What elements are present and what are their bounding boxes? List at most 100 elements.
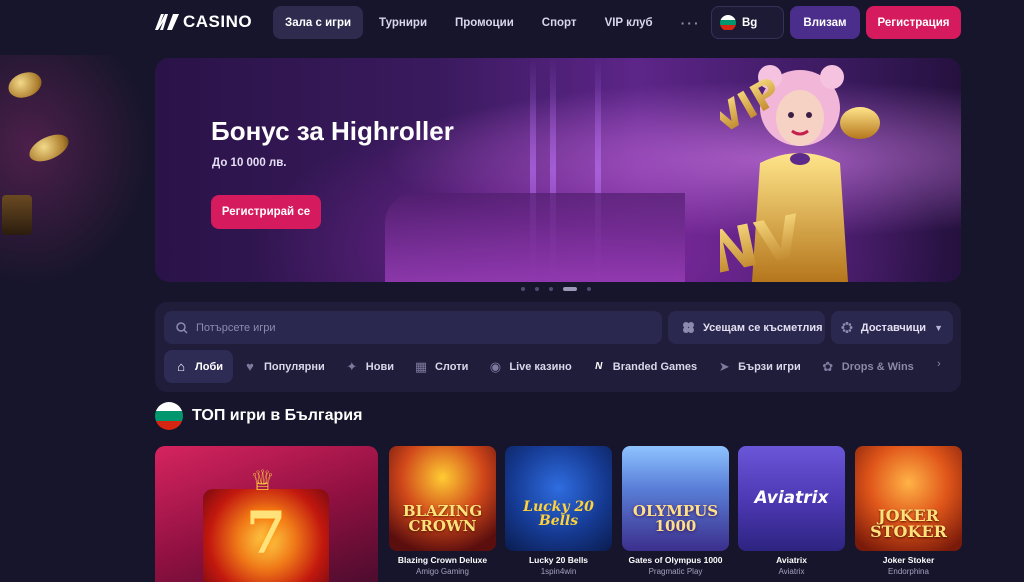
carousel-dot[interactable] [521, 287, 525, 291]
search-icon [176, 321, 188, 334]
game-name: Lucky 20 Bells [528, 555, 589, 565]
vip-character-illustration: VIP NV [720, 65, 880, 282]
games-filter-panel: Усещам се късметлия Доставчици ▼ ⌂ Лоби … [155, 302, 961, 392]
nav-item-tournaments[interactable]: Турнири [367, 6, 439, 39]
tab-label: Слоти [434, 360, 469, 373]
rocket-icon: ➤ [718, 358, 730, 374]
login-button[interactable]: Влизам [790, 6, 860, 39]
tab-new[interactable]: ✦ Нови [335, 350, 404, 383]
coin-decoration [25, 129, 73, 167]
game-thumbnail[interactable]: OLYMPUS 1000 [622, 446, 729, 551]
game-thumbnail[interactable]: Aviatrix [738, 446, 845, 551]
game-name: Aviatrix [776, 555, 807, 565]
logo-text: CASINO [183, 12, 253, 31]
nav-item-sport[interactable]: Спорт [530, 6, 589, 39]
heart-icon: ♥ [246, 359, 254, 374]
lounge-sofa [385, 193, 685, 282]
site-logo[interactable]: CASINO [155, 11, 252, 33]
search-input[interactable] [196, 321, 636, 334]
game-card[interactable]: Aviatrix Aviatrix Aviatrix [738, 446, 845, 582]
nav-item-promotions[interactable]: Промоции [443, 6, 526, 39]
tab-live-casino[interactable]: ◉ Live казино [478, 350, 581, 383]
lucky-seven-icon: 7 [245, 499, 287, 567]
tab-label: Популярни [264, 360, 325, 373]
tab-popular[interactable]: ♥ Популярни [233, 350, 335, 383]
language-label: Bg [742, 16, 758, 29]
game-provider: Amigo Gaming [416, 567, 469, 576]
feeling-lucky-label: Усещам се късметлия [703, 321, 823, 334]
language-selector[interactable]: Bg [711, 6, 784, 39]
hero-register-button[interactable]: Регистрирай се [211, 195, 321, 229]
tab-label: Бързи игри [738, 360, 801, 373]
tab-branded-games[interactable]: N Branded Games [582, 350, 707, 383]
game-thumbnail[interactable]: Lucky 20 Bells [505, 446, 612, 551]
featured-game-card[interactable]: 7 ♕ [155, 446, 378, 582]
bulgaria-flag-icon [155, 402, 183, 430]
brand-logo-icon [155, 14, 179, 30]
game-card[interactable]: OLYMPUS 1000 Gates of Olympus 1000 Pragm… [622, 446, 729, 582]
crown-icon: ♕ [250, 465, 276, 496]
tab-lobby[interactable]: ⌂ Лоби [164, 350, 233, 383]
game-name: Gates of Olympus 1000 [628, 555, 723, 565]
register-button[interactable]: Регистрация [866, 6, 961, 39]
tab-label: Нови [365, 360, 394, 373]
tab-slots[interactable]: ▦ Слоти [404, 350, 478, 383]
tab-drops-wins[interactable]: ✿ Drops & Wins [811, 350, 924, 383]
game-thumb-title: JOKER STOKER [870, 505, 947, 541]
carousel-dot[interactable] [535, 287, 539, 291]
feeling-lucky-button[interactable]: Усещам се късметлия [668, 311, 825, 344]
carousel-dot-active[interactable] [563, 287, 577, 291]
chevron-right-icon[interactable]: › [937, 358, 941, 370]
providers-dropdown[interactable]: Доставчици ▼ [831, 311, 953, 344]
new-icon: ✦ [346, 358, 358, 374]
game-provider: Aviatrix [778, 567, 805, 576]
game-thumbnail[interactable]: BLAZING CROWN [389, 446, 496, 551]
game-provider: Endorphina [888, 567, 929, 576]
main-nav: Зала с игри Турнири Промоции Спорт VIP к… [273, 6, 713, 39]
game-card[interactable]: Lucky 20 Bells Lucky 20 Bells 1spin4win [505, 446, 612, 582]
slot-machine-icon: ▦ [414, 358, 428, 374]
chevron-down-icon: ▼ [934, 322, 943, 333]
hero-title: Бонус за Highroller [211, 116, 454, 146]
coin-decoration [4, 67, 46, 103]
chip-icon: ◉ [489, 358, 502, 374]
carousel-dot[interactable] [587, 287, 591, 291]
tab-label: Branded Games [612, 360, 698, 373]
game-thumb-title: BLAZING CROWN [402, 501, 483, 535]
brand-logo-icon: N [595, 361, 603, 372]
game-provider: Pragmatic Play [648, 567, 703, 576]
tab-fast-games[interactable]: ➤ Бързи игри [707, 350, 811, 383]
carousel-dot[interactable] [549, 287, 553, 291]
tab-label: Лоби [195, 360, 223, 373]
coin-decoration [2, 195, 32, 235]
game-thumb-title: Lucky 20 Bells [523, 498, 594, 529]
nav-more-button[interactable]: ··· [669, 6, 713, 39]
section-title: ТОП игри в България [192, 407, 363, 424]
clover-icon [683, 322, 694, 333]
top-bar: CASINO Зала с игри Турнири Промоции Спор… [0, 0, 1024, 46]
providers-icon [841, 321, 853, 334]
home-icon: ⌂ [177, 359, 185, 374]
game-thumb-title: OLYMPUS 1000 [632, 501, 719, 535]
game-provider: 1spin4win [540, 567, 577, 576]
game-thumbnail[interactable]: JOKER STOKER [855, 446, 962, 551]
svg-text:NV: NV [720, 202, 808, 282]
bulgaria-flag-icon [720, 14, 736, 31]
tab-label: Live казино [509, 360, 572, 373]
search-box[interactable] [164, 311, 662, 344]
game-card[interactable]: BLAZING CROWN Blazing Crown Deluxe Amigo… [389, 446, 496, 582]
game-thumb-title: Aviatrix [754, 488, 829, 508]
carousel-pagination [521, 286, 591, 292]
nav-item-vip-club[interactable]: VIP клуб [593, 6, 665, 39]
nav-item-games-hall[interactable]: Зала с игри [273, 6, 364, 39]
featured-game-art: 7 [203, 489, 329, 582]
hero-subtitle: До 10 000 лв. [212, 157, 287, 169]
game-name: Blazing Crown Deluxe [397, 555, 488, 565]
tab-label: Drops & Wins [841, 360, 914, 373]
category-tabs: ⌂ Лоби ♥ Популярни ✦ Нови ▦ Слоти ◉ Live… [164, 350, 924, 383]
game-card[interactable]: JOKER STOKER Joker Stoker Endorphina [855, 446, 962, 582]
hero-banner[interactable]: VIP NV Бонус за Highroller До 10 000 лв.… [155, 58, 961, 282]
drops-icon: ✿ [822, 358, 834, 374]
providers-label: Доставчици [860, 321, 927, 334]
side-decoration [0, 55, 150, 285]
